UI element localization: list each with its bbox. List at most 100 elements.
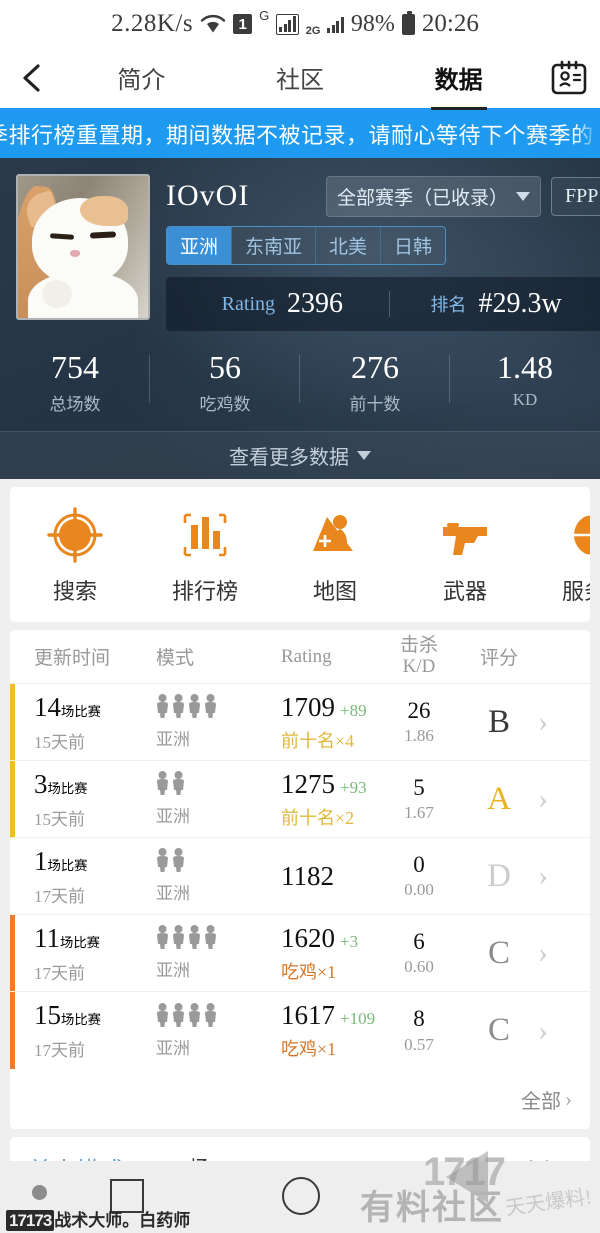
- rating-value: 1275: [281, 768, 335, 799]
- perspective-toggle-button[interactable]: FPP: [551, 176, 600, 216]
- tab-community[interactable]: 社区: [221, 60, 380, 97]
- cell-rating: 1617 +109 吃鸡×1: [281, 1000, 378, 1061]
- match-history-card: 更新时间 模式 Rating 击杀 K/D 评分 14场比赛 15天前 亚洲 1…: [10, 630, 590, 1129]
- rating-line: 1275 +93: [281, 769, 378, 800]
- row-achievement: 吃鸡×1: [281, 1039, 337, 1059]
- signal-strength-icon-1: [276, 13, 299, 35]
- view-more-data-button[interactable]: 查看更多数据: [0, 431, 600, 479]
- cell-time: 14场比赛 15天前: [16, 692, 156, 753]
- tab-intro[interactable]: 简介: [62, 60, 221, 97]
- back-circle-icon[interactable]: [282, 1177, 320, 1215]
- match-region: 亚洲: [156, 730, 190, 749]
- rating-line: 1620 +3: [281, 923, 378, 954]
- profile-hero: IOvOI 全部赛季（已收录） FPP 亚洲 东南亚 北美 日韩 Rating: [0, 158, 600, 479]
- quick-action-label: 服务器: [561, 579, 590, 604]
- stat-value: 754: [51, 349, 99, 385]
- kd-value: 0.60: [404, 957, 434, 977]
- watermark-community: 有料社区: [360, 1189, 504, 1227]
- signal-2g-label: 2G: [305, 25, 321, 37]
- row-accent-bar: [10, 915, 15, 991]
- view-all-label: 全部: [521, 1090, 561, 1113]
- rank-label: 排名: [430, 295, 467, 315]
- region-tab-na[interactable]: 北美: [316, 227, 382, 264]
- signal-strength-icon-2: [327, 16, 344, 33]
- avatar[interactable]: [16, 174, 150, 320]
- quick-action-label: 地图: [312, 579, 357, 604]
- grade-badge: C: [487, 1012, 510, 1048]
- quick-action-server[interactable]: 服务器: [530, 505, 590, 606]
- quick-action-search[interactable]: 搜索: [10, 505, 140, 606]
- watermark-badge: 17173: [6, 1210, 55, 1231]
- quick-action-label: 搜索: [52, 579, 97, 604]
- quick-action-label: 排行榜: [171, 579, 238, 604]
- row-chevron[interactable]: ›: [538, 938, 584, 968]
- team-size-people-icon: [156, 848, 281, 872]
- cell-kills-kd: 6 0.60: [378, 929, 460, 977]
- column-header-time: 更新时间: [34, 648, 111, 669]
- row-chevron[interactable]: ›: [538, 707, 584, 737]
- map-icon: [270, 505, 400, 565]
- rating-delta: +93: [340, 777, 367, 797]
- cell-time: 15场比赛 17天前: [16, 1000, 156, 1061]
- season-notice-banner[interactable]: 季排行榜重置期，期间数据不被记录，请耐心等待下个赛季的: [0, 110, 600, 158]
- rating-line: 1617 +109: [281, 1000, 378, 1031]
- quick-action-map[interactable]: 地图: [270, 505, 400, 606]
- cell-rating: 1182: [281, 861, 378, 892]
- cell-time: 11场比赛 17天前: [16, 923, 156, 984]
- table-row[interactable]: 15场比赛 17天前 亚洲 1617 +109 吃鸡×1 8 0.57 C ›: [10, 992, 590, 1069]
- cell-kills-kd: 0 0.00: [378, 851, 460, 899]
- crosshair-icon: [10, 505, 140, 565]
- stat-value: 56: [209, 349, 241, 385]
- watermark-author: 17173 战术大师。白药师: [6, 1206, 190, 1231]
- table-row[interactable]: 11场比赛 17天前 亚洲 1620 +3 吃鸡×1 6 0.60 C ›: [10, 915, 590, 992]
- rating-delta: +89: [340, 700, 367, 720]
- rating-line: 1709 +89: [281, 692, 378, 723]
- system-navigation-bar: 1717 有料社区 天天爆料! 17173 战术大师。白药师: [0, 1150, 600, 1233]
- kills-value: 5: [413, 774, 425, 800]
- back-chevron-icon: [23, 64, 40, 92]
- top-tab-bar: 简介 社区 数据: [0, 48, 600, 110]
- recents-dot-icon[interactable]: [32, 1185, 47, 1200]
- row-chevron[interactable]: ›: [538, 1015, 584, 1046]
- sim-badge: 1: [233, 14, 253, 34]
- region-tab-sea[interactable]: 东南亚: [232, 227, 317, 264]
- quick-action-leaderboard[interactable]: 排行榜: [140, 505, 270, 606]
- season-selector-label: 全部赛季（已收录）: [337, 187, 509, 209]
- profile-card-button[interactable]: [538, 59, 600, 97]
- rating-value: 2396: [287, 288, 344, 319]
- chevron-down-icon: [516, 191, 531, 201]
- match-count: 3场比赛: [34, 768, 88, 799]
- region-tab-asia[interactable]: 亚洲: [167, 227, 233, 264]
- pistol-icon: [400, 505, 530, 565]
- view-all-matches-button[interactable]: 全部 ›: [10, 1069, 590, 1129]
- match-count: 11场比赛: [34, 922, 100, 953]
- match-ago: 17天前: [34, 886, 85, 906]
- rating-delta: +109: [340, 1009, 376, 1028]
- rating-value: 1620: [281, 922, 335, 953]
- team-size-people-icon: [156, 925, 281, 949]
- kills-value: 0: [413, 851, 425, 877]
- match-ago: 15天前: [34, 809, 85, 829]
- battery-percent: 98%: [350, 10, 395, 37]
- back-button[interactable]: [0, 63, 62, 93]
- stat-value: 1.48: [497, 349, 553, 385]
- row-chevron[interactable]: ›: [538, 784, 584, 814]
- bar-chart-icon: [140, 505, 270, 565]
- quick-action-weapons[interactable]: 武器: [400, 505, 530, 606]
- kd-value: 1.86: [404, 726, 434, 746]
- row-chevron[interactable]: ›: [538, 861, 584, 891]
- table-row[interactable]: 3场比赛 15天前 亚洲 1275 +93 前十名×2 5 1.67 A ›: [10, 761, 590, 838]
- column-header-mode: 模式: [156, 648, 195, 669]
- match-region: 亚洲: [156, 961, 190, 980]
- table-row[interactable]: 14场比赛 15天前 亚洲 1709 +89 前十名×4 26 1.86 B ›: [10, 684, 590, 761]
- match-region: 亚洲: [156, 1038, 190, 1058]
- stat-label: 吃鸡数: [199, 395, 251, 414]
- cell-grade: A: [460, 781, 538, 818]
- table-row[interactable]: 1场比赛 17天前 亚洲 1182 0 0.00 D ›: [10, 838, 590, 915]
- grade-badge: A: [487, 780, 511, 817]
- region-tab-jpkr[interactable]: 日韩: [381, 227, 446, 264]
- match-count: 15场比赛: [34, 1000, 101, 1030]
- tab-data[interactable]: 数据: [379, 60, 538, 97]
- grade-badge: B: [487, 703, 510, 740]
- season-selector[interactable]: 全部赛季（已收录）: [326, 175, 542, 217]
